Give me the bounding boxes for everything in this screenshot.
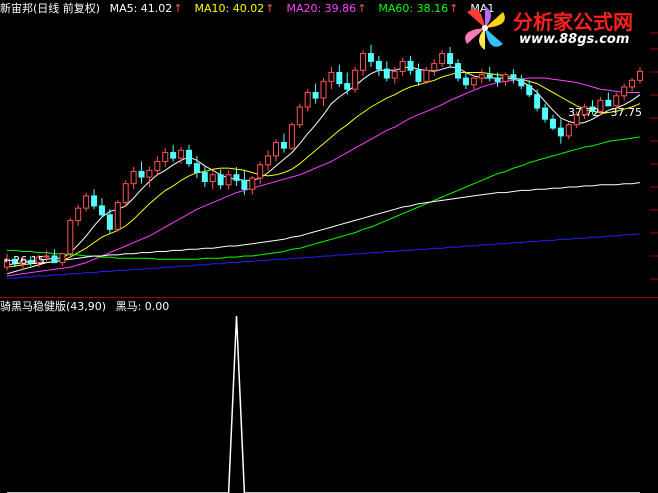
candlestick[interactable] — [75, 204, 82, 226]
candlestick[interactable] — [447, 46, 454, 67]
candlestick[interactable] — [91, 189, 98, 210]
candlestick[interactable] — [67, 218, 74, 258]
candlestick[interactable] — [439, 50, 446, 67]
candlestick[interactable] — [383, 61, 390, 82]
watermark-logo: 分析家公式网 www.88gs.com — [455, 2, 658, 52]
up-arrow-icon: ↑ — [357, 2, 367, 15]
candlestick[interactable] — [399, 58, 406, 76]
candlestick[interactable] — [526, 80, 533, 97]
candlestick[interactable] — [518, 74, 525, 90]
candlestick[interactable] — [565, 122, 572, 140]
candlestick[interactable] — [225, 170, 232, 190]
candlestick[interactable] — [51, 249, 58, 264]
ma-indicator-label: MA10: 40.02↑ — [194, 2, 275, 15]
ma120-line — [6, 182, 641, 275]
candlestick[interactable] — [122, 180, 129, 206]
candlestick[interactable] — [352, 66, 359, 93]
candlestick[interactable] — [130, 167, 137, 190]
candlestick[interactable] — [162, 148, 169, 168]
candlestick[interactable] — [273, 139, 280, 162]
ma-indicator-label: MA5: 41.02↑ — [109, 2, 183, 15]
heima-signal-line — [7, 315, 640, 493]
candlestick[interactable] — [367, 44, 374, 67]
candlestick[interactable] — [375, 55, 382, 76]
sub-indicator-header: 骑黑马稳健版(43,90) 黑马: 0.00 — [0, 300, 175, 314]
candlestick[interactable] — [185, 144, 192, 168]
candlestick[interactable] — [344, 72, 351, 95]
candlestick[interactable] — [249, 175, 256, 195]
candlestick[interactable] — [265, 150, 272, 171]
low-price-annotation: ←26.15 — [4, 254, 45, 267]
candlestick[interactable] — [201, 167, 208, 188]
candlestick[interactable] — [502, 72, 509, 86]
stock-name-label: 新宙邦(日线 前复权) — [0, 2, 101, 15]
sub-indicator-value: 黑马: 0.00 — [115, 300, 170, 313]
candlestick[interactable] — [146, 167, 153, 188]
candlestick[interactable] — [462, 72, 469, 90]
sub-indicator-title: 骑黑马稳健版(43,90) — [0, 300, 107, 313]
candlestick[interactable] — [360, 50, 367, 76]
candlestick[interactable] — [312, 83, 319, 104]
candlestick[interactable] — [557, 119, 564, 144]
stock-chart-window: 新宙邦(日线 前复权) MA5: 41.02↑ MA10: 40.02↑ MA20:… — [0, 0, 658, 493]
candlestick[interactable] — [296, 103, 303, 129]
candlestick[interactable] — [336, 64, 343, 87]
candlestick[interactable] — [83, 192, 90, 212]
ma-indicator-label: MA60: 38.16↑ — [378, 2, 459, 15]
candlestick[interactable] — [304, 89, 311, 112]
candlestick[interactable] — [534, 89, 541, 112]
candlestick[interactable] — [455, 59, 462, 82]
candlestick[interactable] — [542, 103, 549, 123]
watermark-title: 分析家公式网 — [513, 10, 633, 34]
up-arrow-icon: ↑ — [265, 2, 275, 15]
candlestick[interactable] — [59, 252, 66, 266]
candlestick[interactable] — [209, 172, 216, 190]
main-indicator-header: 新宙邦(日线 前复权) MA5: 41.02↑ MA10: 40.02↑ MA20:… — [0, 2, 500, 16]
pinwheel-logo-icon — [465, 6, 505, 50]
candlestick[interactable] — [328, 66, 335, 90]
candlestick[interactable] — [320, 78, 327, 106]
candlestick[interactable] — [138, 161, 145, 184]
candlestick[interactable] — [170, 144, 177, 162]
candlestick[interactable] — [423, 66, 430, 84]
candlestick[interactable] — [629, 78, 636, 92]
watermark-url: www.88gs.com — [519, 32, 630, 47]
candlestick[interactable] — [407, 55, 414, 75]
candlestick[interactable] — [621, 83, 628, 101]
candlestick[interactable] — [637, 66, 643, 84]
candlestick[interactable] — [217, 169, 224, 190]
up-arrow-icon: ↑ — [173, 2, 183, 15]
candlestick[interactable] — [605, 92, 612, 107]
high-price-annotation: 37.72 - 37.75 — [568, 106, 642, 119]
candlestick[interactable] — [470, 75, 477, 90]
candlestick[interactable] — [98, 198, 105, 218]
candlestick[interactable] — [280, 133, 287, 153]
candlestick[interactable] — [154, 155, 161, 175]
ma-indicator-label: MA20: 39.86↑ — [286, 2, 367, 15]
candlestick[interactable] — [114, 200, 121, 232]
candlestick[interactable] — [288, 122, 295, 151]
candlestick[interactable] — [549, 114, 556, 131]
candlestick[interactable] — [478, 69, 485, 84]
candlestick[interactable] — [415, 63, 422, 86]
candlestick[interactable] — [510, 69, 517, 84]
candlestick[interactable] — [431, 59, 438, 76]
indicator-panel[interactable] — [0, 298, 658, 493]
candlestick[interactable] — [257, 161, 264, 184]
